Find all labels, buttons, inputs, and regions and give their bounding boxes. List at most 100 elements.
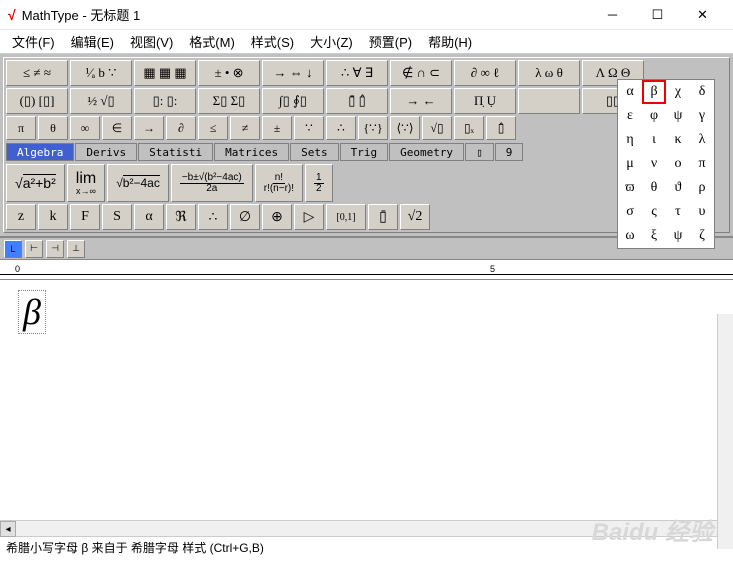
sym-z[interactable]: z [6,204,36,230]
sym-because[interactable]: ∵ [294,116,324,140]
palette-arrows2[interactable]: → ← [390,88,452,114]
greek-ς[interactable]: ς [642,200,666,224]
greek-ψ[interactable]: ψ [666,224,690,248]
tpl-combination[interactable]: n!r!(n−r)! [255,164,303,202]
menu-format[interactable]: 格式(M) [183,30,241,53]
sym-s[interactable]: S [102,204,132,230]
tab-extra[interactable]: ▯ [465,143,494,161]
sym-arrow[interactable]: → [134,116,164,140]
sym-bar[interactable]: ▯̄ [368,204,398,230]
tab-derivs[interactable]: Derivs [75,143,137,161]
greek-ε[interactable]: ε [618,104,642,128]
palette-spaces[interactable]: ¹⁄ₐ b ∵ [70,60,132,86]
palette-set[interactable]: ∉ ∩ ⊂ [390,60,452,86]
sym-sub[interactable]: ▯ₓ [454,116,484,140]
palette-misc[interactable]: ∂ ∞ ℓ [454,60,516,86]
menu-style[interactable]: 样式(S) [245,30,300,53]
palette-fractions[interactable]: ½ √▯ [70,88,132,114]
sym-braces[interactable]: {∵} [358,116,388,140]
greek-χ[interactable]: χ [666,80,690,104]
greek-γ[interactable]: γ [690,104,714,128]
greek-η[interactable]: η [618,128,642,152]
ruler[interactable]: 0 5 [0,260,733,280]
greek-β[interactable]: β [642,80,666,104]
greek-ϖ[interactable]: ϖ [618,176,642,200]
vertical-scrollbar[interactable] [717,314,733,549]
palette-sums[interactable]: Σ▯ Σ▯ [198,88,260,114]
tab-sets[interactable]: Sets [290,143,339,161]
menu-help[interactable]: 帮助(H) [422,30,478,53]
tab-marker-2[interactable]: ⊢ [25,240,43,258]
greek-ρ[interactable]: ρ [690,176,714,200]
menu-size[interactable]: 大小(Z) [304,30,359,53]
tab-matrices[interactable]: Matrices [214,143,289,161]
greek-π[interactable]: π [690,152,714,176]
maximize-button[interactable]: ☐ [635,1,680,29]
sym-interval[interactable]: [0,1] [326,204,366,230]
sym-leq[interactable]: ≤ [198,116,228,140]
greek-σ[interactable]: σ [618,200,642,224]
menu-preset[interactable]: 预置(P) [363,30,418,53]
tab-marker-3[interactable]: ⊣ [46,240,64,258]
palette-relational[interactable]: ≤ ≠ ≈ [6,60,68,86]
greek-ζ[interactable]: ζ [690,224,714,248]
sym-angles[interactable]: ⟨∵⟩ [390,116,420,140]
tpl-quad-disc[interactable]: √b²−4ac [107,164,169,202]
horizontal-scrollbar[interactable]: ◂ ▸ [0,520,733,536]
sym-empty[interactable]: ∅ [230,204,260,230]
sym-neq[interactable]: ≠ [230,116,260,140]
greek-ψ[interactable]: ψ [666,104,690,128]
menu-file[interactable]: 文件(F) [6,30,61,53]
sym-pi[interactable]: π [6,116,36,140]
tab-geometry[interactable]: Geometry [389,143,464,161]
palette-logical[interactable]: ∴ ∀ ∃ [326,60,388,86]
greek-ϑ[interactable]: ϑ [666,176,690,200]
tab-trig[interactable]: Trig [340,143,389,161]
sym-tri[interactable]: ▷ [294,204,324,230]
palette-arrows[interactable]: → ⇔ ↓ [262,60,324,86]
palette-fences[interactable]: (▯) [▯] [6,88,68,114]
palette-bars[interactable]: ▯̄ ▯̂ [326,88,388,114]
greek-φ[interactable]: φ [642,104,666,128]
tab-9[interactable]: 9 [495,143,524,161]
equation-editor[interactable]: β [0,280,733,520]
greek-α[interactable]: α [618,80,642,104]
tpl-quad-formula[interactable]: −b±√(b²−4ac)2a [171,164,253,202]
tab-statisti[interactable]: Statisti [138,143,213,161]
palette-scripts[interactable]: ▯: ▯: [134,88,196,114]
greek-θ[interactable]: θ [642,176,666,200]
sym-partial[interactable]: ∂ [166,116,196,140]
greek-λ[interactable]: λ [690,128,714,152]
sym-hat[interactable]: ▯̂ [486,116,516,140]
sym-oplus[interactable]: ⊕ [262,204,292,230]
minimize-button[interactable]: ─ [590,1,635,29]
greek-ν[interactable]: ν [642,152,666,176]
menu-edit[interactable]: 编辑(E) [65,30,120,53]
tpl-lim[interactable]: limx→∞ [67,164,105,202]
palette-embellish[interactable]: ▦ ▦ ▦ [134,60,196,86]
palette-greek-open[interactable] [518,88,580,114]
palette-greek-lower[interactable]: λ ω θ [518,60,580,86]
greek-δ[interactable]: δ [690,80,714,104]
editor-content[interactable]: β [18,290,46,334]
palette-integrals[interactable]: ∫▯ ∮▯ [262,88,324,114]
sym-f[interactable]: F [70,204,100,230]
sym-in[interactable]: ∈ [102,116,132,140]
tab-marker-icon[interactable]: L [4,240,22,258]
greek-ι[interactable]: ι [642,128,666,152]
sym-dots[interactable]: ∴ [198,204,228,230]
sym-sqrt[interactable]: √▯ [422,116,452,140]
tab-marker-4[interactable]: ⊥ [67,240,85,258]
tpl-sqrt[interactable]: √a²+b² [6,164,65,202]
sym-therefore[interactable]: ∴ [326,116,356,140]
tab-algebra[interactable]: Algebra [6,143,74,161]
sym-infty[interactable]: ∞ [70,116,100,140]
greek-υ[interactable]: υ [690,200,714,224]
greek-μ[interactable]: μ [618,152,642,176]
sym-alpha[interactable]: α [134,204,164,230]
menu-view[interactable]: 视图(V) [124,30,179,53]
greek-ξ[interactable]: ξ [642,224,666,248]
sym-re[interactable]: ℜ [166,204,196,230]
sym-k[interactable]: k [38,204,68,230]
greek-τ[interactable]: τ [666,200,690,224]
